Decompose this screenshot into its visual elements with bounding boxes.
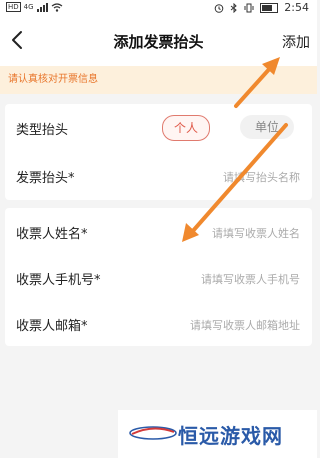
recipient-phone-row[interactable]: 收票人手机号* 请填写收票人手机号 — [5, 256, 312, 300]
invoice-title-card: 类型抬头 个人 单位 发票抬头* 请填写抬头名称 — [5, 104, 312, 200]
type-label: 类型抬头 — [16, 123, 69, 138]
vibrate-icon — [244, 3, 254, 12]
recipient-email-label: 收票人邮箱* — [16, 319, 88, 334]
type-company-option[interactable]: 单位 — [240, 115, 294, 139]
invoice-title-label: 发票抬头* — [16, 171, 75, 186]
battery-icon — [260, 2, 279, 13]
status-left: HD 4G — [6, 2, 63, 12]
notice-banner: 请认真核对开票信息 — [0, 66, 317, 94]
alarm-icon — [214, 3, 224, 13]
network-label: 4G — [23, 3, 34, 11]
add-button[interactable]: 添加 — [282, 32, 310, 52]
recipient-email-input[interactable]: 请填写收票人邮箱地址 — [190, 317, 300, 333]
hd-icon: HD — [6, 2, 21, 12]
status-right: 2:54 — [214, 1, 309, 14]
status-bar: HD 4G 2:54 — [0, 0, 317, 16]
type-personal-option[interactable]: 个人 — [162, 115, 210, 141]
watermark: 恒远游戏网 — [118, 410, 317, 458]
recipient-name-row[interactable]: 收票人姓名* 请填写收票人姓名 — [5, 210, 312, 254]
watermark-text: 恒远游戏网 — [178, 424, 283, 448]
watermark-logo-icon — [129, 426, 177, 440]
signal-icon — [36, 2, 48, 12]
recipient-card: 收票人姓名* 请填写收票人姓名 收票人手机号* 请填写收票人手机号 收票人邮箱*… — [5, 208, 312, 346]
type-row: 类型抬头 个人 单位 — [5, 106, 312, 150]
title-row[interactable]: 发票抬头* 请填写抬头名称 — [5, 154, 312, 198]
recipient-email-row[interactable]: 收票人邮箱* 请填写收票人邮箱地址 — [5, 302, 312, 346]
page-title: 添加发票抬头 — [113, 33, 204, 51]
recipient-name-label: 收票人姓名* — [16, 227, 88, 242]
recipient-name-input[interactable]: 请填写收票人姓名 — [212, 225, 300, 241]
wifi-icon — [51, 2, 62, 12]
bluetooth-icon — [230, 2, 238, 13]
recipient-phone-input[interactable]: 请填写收票人手机号 — [201, 271, 300, 287]
invoice-title-input[interactable]: 请填写抬头名称 — [223, 169, 300, 185]
recipient-phone-label: 收票人手机号* — [16, 273, 101, 288]
status-time: 2:54 — [284, 1, 309, 14]
nav-bar: 添加发票抬头 添加 — [0, 16, 317, 66]
